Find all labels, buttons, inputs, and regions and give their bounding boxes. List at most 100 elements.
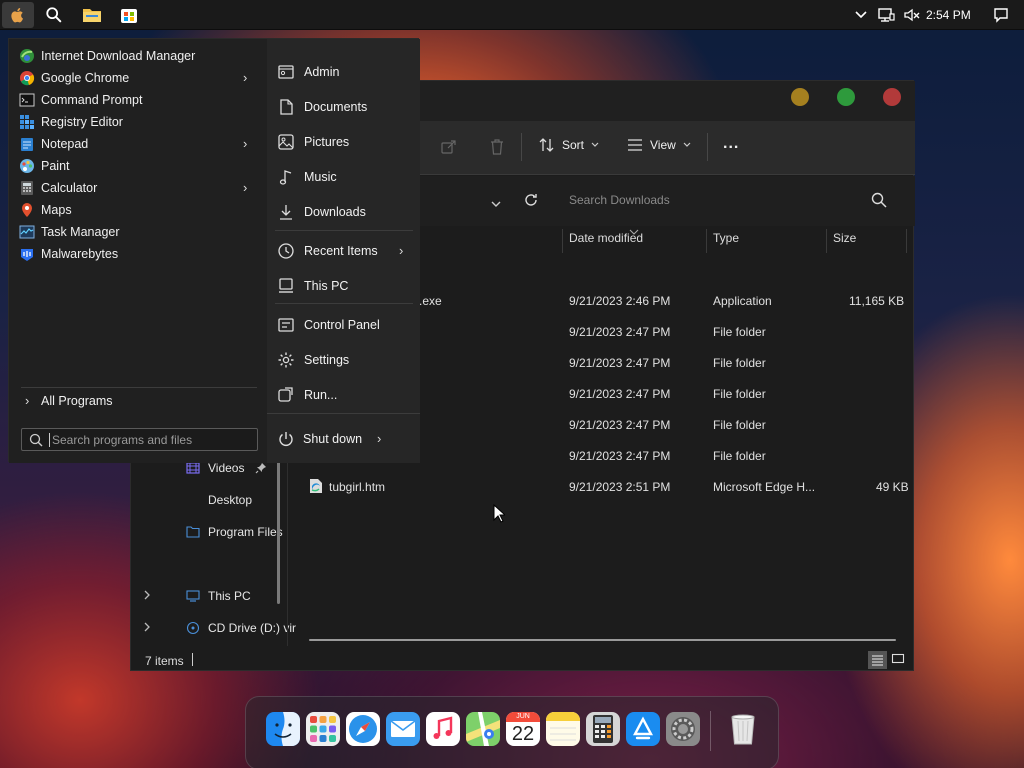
app-label: Internet Download Manager <box>41 49 196 63</box>
file-row[interactable]: tubgirl.htm 9/21/2023 2:51 PM Microsoft … <box>291 479 911 504</box>
shutdown-button[interactable]: Shut down › <box>267 423 420 453</box>
file-date: 9/21/2023 2:46 PM <box>569 294 671 308</box>
search-downloads-input[interactable]: Search Downloads <box>555 184 901 216</box>
malwarebytes-icon <box>21 249 33 261</box>
shutdown-options-arrow-icon[interactable]: › <box>377 431 381 446</box>
tiles-view-button[interactable] <box>891 652 905 669</box>
chevron-up-icon[interactable] <box>852 0 870 30</box>
column-date-modified[interactable]: Date modified <box>569 231 643 253</box>
calendar-month: JUN <box>506 712 540 722</box>
sort-button[interactable]: Sort <box>539 138 599 152</box>
column-size[interactable]: Size <box>833 231 856 253</box>
nav-item-this-pc[interactable]: This PC <box>186 589 251 603</box>
place-settings[interactable]: Settings <box>267 344 420 374</box>
system-preferences-icon[interactable] <box>666 712 700 746</box>
nav-item-cd-drive[interactable]: CD Drive (D:) vir <box>186 621 296 635</box>
calculator-app-icon[interactable] <box>586 712 620 746</box>
delete-icon[interactable] <box>489 139 505 158</box>
place-recent-items[interactable]: Recent Items › <box>267 235 420 265</box>
mail-icon[interactable] <box>386 712 420 746</box>
file-date: 9/21/2023 2:47 PM <box>569 387 671 401</box>
place-run[interactable]: Run... <box>267 379 420 409</box>
chevron-down-icon <box>683 142 691 147</box>
app-registry-editor[interactable]: Registry Editor <box>9 111 267 133</box>
search-icon[interactable] <box>38 2 70 28</box>
search-icon[interactable] <box>871 192 887 208</box>
maximize-button[interactable] <box>837 88 855 106</box>
app-command-prompt[interactable]: Command Prompt <box>9 89 267 111</box>
app-google-chrome[interactable]: Google Chrome › <box>9 67 267 89</box>
shutdown-label: Shut down <box>303 432 363 446</box>
cd-drive-icon <box>186 621 200 635</box>
chevron-down-icon[interactable] <box>491 197 501 211</box>
clock[interactable]: 2:54 PM <box>926 8 971 22</box>
file-explorer-icon[interactable] <box>76 2 108 28</box>
maps-icon <box>22 203 32 217</box>
maps-app-icon[interactable] <box>466 712 500 746</box>
notifications-icon[interactable] <box>990 0 1012 30</box>
view-button[interactable]: View <box>627 138 691 152</box>
volume-muted-icon[interactable] <box>902 0 922 30</box>
clock-icon <box>278 243 294 259</box>
status-bar: 7 items <box>131 649 915 671</box>
app-task-manager[interactable]: Task Manager <box>9 221 267 243</box>
place-admin[interactable]: Admin <box>267 56 420 86</box>
share-icon[interactable] <box>441 139 457 158</box>
apple-menu-icon[interactable] <box>2 2 34 28</box>
store-icon[interactable] <box>113 2 145 28</box>
place-label: This PC <box>304 279 349 293</box>
calendar-icon[interactable]: JUN 22 <box>506 712 540 746</box>
file-size: 49 KB <box>876 480 909 494</box>
video-icon <box>186 462 200 474</box>
close-button[interactable] <box>883 88 901 106</box>
file-date: 9/21/2023 2:47 PM <box>569 418 671 432</box>
place-label: Settings <box>304 353 350 367</box>
app-maps[interactable]: Maps <box>9 199 267 221</box>
music-app-icon[interactable] <box>426 712 460 746</box>
network-icon[interactable] <box>876 0 896 30</box>
chevron-right-icon[interactable] <box>143 589 151 603</box>
minimize-button[interactable] <box>791 88 809 106</box>
place-label: Pictures <box>304 135 350 149</box>
file-type: Application <box>713 294 772 308</box>
place-downloads[interactable]: Downloads <box>267 196 420 226</box>
app-label: Calculator <box>41 181 98 195</box>
safari-icon[interactable] <box>346 712 380 746</box>
app-paint[interactable]: Paint <box>9 155 267 177</box>
file-size: 11,165 KB <box>849 294 905 308</box>
finder-icon[interactable] <box>266 712 300 746</box>
search-programs-box[interactable] <box>21 428 258 451</box>
search-programs-input[interactable] <box>52 431 252 448</box>
nav-item-videos[interactable]: Videos <box>186 461 244 475</box>
place-documents[interactable]: Documents <box>267 91 420 121</box>
notepad-icon <box>21 138 33 151</box>
details-view-button[interactable] <box>868 651 887 669</box>
place-music[interactable]: Music <box>267 161 420 191</box>
place-pictures[interactable]: Pictures <box>267 126 420 156</box>
file-date: 9/21/2023 2:47 PM <box>569 356 671 370</box>
trash-icon[interactable] <box>726 712 760 746</box>
chevron-right-icon[interactable] <box>143 621 151 635</box>
file-type: Microsoft Edge H... <box>713 480 816 494</box>
place-label: Music <box>304 170 337 184</box>
column-type[interactable]: Type <box>713 231 739 253</box>
app-internet-download-manager[interactable]: Internet Download Manager <box>9 45 267 67</box>
app-malwarebytes[interactable]: Malwarebytes <box>9 243 267 265</box>
nav-item-program-files[interactable]: Program Files <box>186 525 283 539</box>
notes-icon[interactable] <box>546 712 580 746</box>
app-store-icon[interactable] <box>626 712 660 746</box>
app-notepad[interactable]: Notepad › <box>9 133 267 155</box>
more-options-button[interactable]: ... <box>723 135 739 153</box>
all-programs-button[interactable]: › All Programs <box>9 390 267 412</box>
horizontal-scrollbar[interactable] <box>309 639 896 641</box>
nav-label: This PC <box>208 589 251 603</box>
launchpad-icon[interactable] <box>306 712 340 746</box>
place-control-panel[interactable]: Control Panel <box>267 309 420 339</box>
app-calculator[interactable]: Calculator › <box>9 177 267 199</box>
place-this-pc[interactable]: This PC <box>267 270 420 300</box>
refresh-icon[interactable] <box>524 193 538 210</box>
nav-item-desktop[interactable]: Desktop <box>186 493 252 507</box>
pin-icon[interactable] <box>255 462 267 477</box>
nav-pane-scrollbar[interactable] <box>277 446 280 604</box>
file-name: tubgirl.htm <box>329 480 386 494</box>
